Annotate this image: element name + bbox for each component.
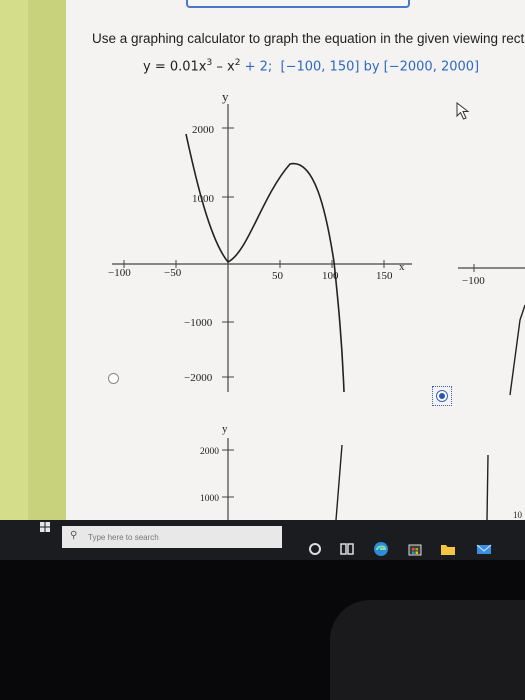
option-c-ytick-1000: 1000: [192, 193, 215, 205]
option-c-graph: y x 2000 1000 −1000 −2000 −100 −50 50 10…: [108, 89, 412, 393]
option-d-xtick-neg100: −100: [462, 275, 485, 287]
option-c-xtick-neg100: −100: [108, 267, 131, 279]
option-e-ytick-1000: 1000: [200, 494, 219, 504]
edge-browser-icon[interactable]: [373, 541, 389, 557]
option-c-x-label: x: [399, 261, 405, 273]
option-c-xtick-50: 50: [272, 270, 284, 282]
option-c-ytick-neg2000: −2000: [184, 372, 213, 384]
graph-area: y x 2000 1000 −1000 −2000 −100 −50 50 10…: [108, 89, 525, 520]
mail-icon[interactable]: [476, 541, 492, 557]
option-e-ytick-2000: 2000: [200, 447, 219, 457]
option-d-graph-partial: −100: [458, 264, 525, 396]
windows-logo-icon[interactable]: [40, 522, 50, 532]
option-c-ytick-2000: 2000: [192, 124, 215, 136]
browser-screen: Use a graphing calculator to graph the e…: [0, 0, 525, 520]
option-c-xtick-150: 150: [376, 270, 393, 282]
option-d-radio-selected[interactable]: [432, 386, 452, 406]
option-c-curve: [185, 133, 345, 393]
taskbar-search-placeholder: Type here to search: [88, 533, 159, 542]
option-e-graph-partial: y 2000 1000 10: [200, 423, 523, 520]
search-icon: ⚲: [70, 530, 78, 541]
option-c-ytick-neg1000: −1000: [184, 317, 213, 329]
monitor-reflection: [330, 600, 525, 700]
radio-dot-icon: [436, 390, 448, 402]
file-explorer-icon[interactable]: [440, 541, 456, 557]
cortana-icon[interactable]: [307, 541, 323, 557]
taskbar-search-box[interactable]: ⚲ Type here to search: [62, 526, 282, 548]
option-e-right-label: 10: [513, 510, 523, 520]
option-c-xtick-100: 100: [322, 270, 339, 282]
option-e-y-label: y: [222, 423, 228, 435]
option-c-xtick-neg50: −50: [164, 267, 182, 279]
store-icon[interactable]: [407, 541, 423, 557]
task-view-icon[interactable]: [339, 541, 355, 557]
option-c-radio[interactable]: [108, 373, 119, 384]
option-c-y-label: y: [222, 89, 229, 104]
